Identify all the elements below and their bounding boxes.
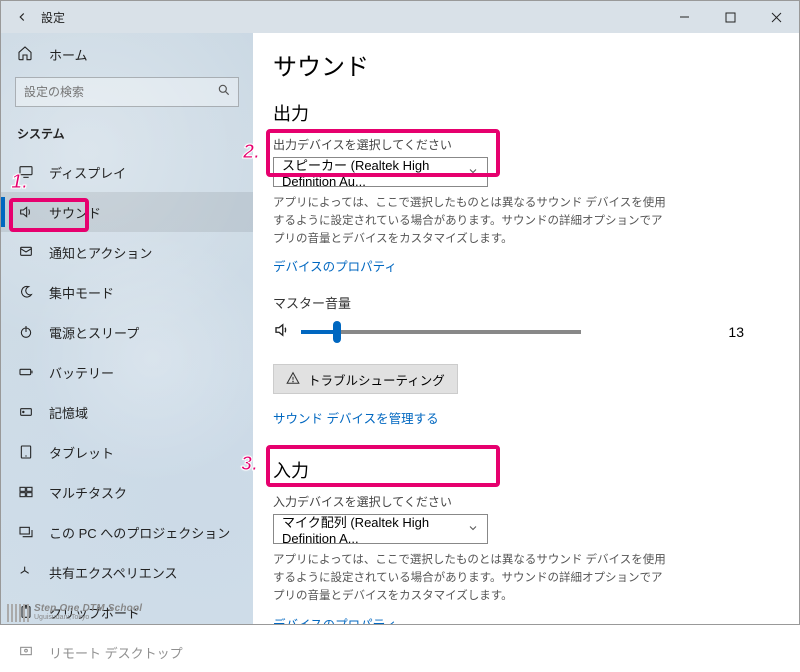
remote-icon xyxy=(17,644,35,660)
watermark: Step One DTM School Uguisudani,Tokyo xyxy=(7,603,142,622)
input-device-value: マイク配列 (Realtek High Definition A... xyxy=(282,512,467,546)
notify-icon xyxy=(17,244,35,260)
output-device-select[interactable]: スピーカー (Realtek High Definition Au... xyxy=(273,157,488,187)
share-icon xyxy=(17,564,35,580)
sidebar-item-label: タブレット xyxy=(49,443,114,462)
watermark-logo-icon xyxy=(7,604,31,622)
sidebar-item-label: ディスプレイ xyxy=(49,163,126,182)
volume-slider[interactable] xyxy=(301,318,581,346)
sidebar-item-label: 集中モード xyxy=(49,283,114,302)
power-icon xyxy=(17,324,35,340)
troubleshoot-button[interactable]: トラブルシューティング xyxy=(273,364,458,394)
sidebar-item-shared[interactable]: 共有エクスペリエンス xyxy=(1,552,253,592)
back-button[interactable] xyxy=(13,8,31,26)
manage-devices-link[interactable]: サウンド デバイスを管理する xyxy=(273,408,439,427)
sidebar-item-remote[interactable]: リモート デスクトップ xyxy=(1,632,253,672)
nav-home[interactable]: ホーム xyxy=(1,35,253,73)
search-input[interactable] xyxy=(15,77,239,107)
output-device-value: スピーカー (Realtek High Definition Au... xyxy=(282,155,467,189)
speaker-icon[interactable] xyxy=(273,321,291,344)
close-button[interactable] xyxy=(753,1,799,33)
volume-value: 13 xyxy=(728,324,779,340)
focus-icon xyxy=(17,284,35,300)
sidebar-section: システム xyxy=(1,117,253,152)
sidebar-item-label: 通知とアクション xyxy=(49,243,152,262)
sidebar-item-label: リモート デスクトップ xyxy=(49,643,183,662)
warning-icon xyxy=(286,371,300,388)
page-title: サウンド xyxy=(273,47,779,82)
input-device-select[interactable]: マイク配列 (Realtek High Definition A... xyxy=(273,514,488,544)
output-properties-link[interactable]: デバイスのプロパティ xyxy=(273,256,397,275)
troubleshoot-label: トラブルシューティング xyxy=(308,370,445,389)
sidebar-item-label: 共有エクスペリエンス xyxy=(49,563,177,582)
sound-icon xyxy=(17,204,35,220)
output-select-label: 出力デバイスを選択してください xyxy=(273,136,779,153)
chevron-down-icon xyxy=(467,165,479,180)
maximize-button[interactable] xyxy=(707,1,753,33)
nav-home-label: ホーム xyxy=(49,45,88,64)
sidebar-item-label: この PC へのプロジェクション xyxy=(49,523,230,542)
sidebar-item-project[interactable]: この PC へのプロジェクション xyxy=(1,512,253,552)
sidebar-item-focus[interactable]: 集中モード xyxy=(1,272,253,312)
master-volume-label: マスター音量 xyxy=(273,293,779,312)
sidebar-item-display[interactable]: ディスプレイ xyxy=(1,152,253,192)
sidebar-item-battery[interactable]: バッテリー xyxy=(1,352,253,392)
tablet-icon xyxy=(17,444,35,460)
storage-icon xyxy=(17,404,35,420)
home-icon xyxy=(17,45,35,64)
multitask-icon xyxy=(17,484,35,500)
sidebar-item-tablet[interactable]: タブレット xyxy=(1,432,253,472)
input-heading: 入力 xyxy=(273,457,779,483)
input-select-label: 入力デバイスを選択してください xyxy=(273,493,779,510)
sidebar-item-label: サウンド xyxy=(49,203,101,222)
chevron-down-icon xyxy=(467,522,479,537)
sidebar-item-label: バッテリー xyxy=(49,363,114,382)
project-icon xyxy=(17,524,35,540)
battery-icon xyxy=(17,364,35,380)
sidebar-item-label: 記憶域 xyxy=(49,403,88,422)
sidebar-item-label: 電源とスリープ xyxy=(49,323,139,342)
minimize-button[interactable] xyxy=(661,1,707,33)
sidebar-item-notifications[interactable]: 通知とアクション xyxy=(1,232,253,272)
input-description: アプリによっては、ここで選択したものとは異なるサウンド デバイスを使用するように… xyxy=(273,552,673,605)
sidebar-item-power[interactable]: 電源とスリープ xyxy=(1,312,253,352)
sidebar-item-multitask[interactable]: マルチタスク xyxy=(1,472,253,512)
search-icon xyxy=(217,83,231,102)
main-content: サウンド 出力 出力デバイスを選択してください スピーカー (Realtek H… xyxy=(253,33,799,624)
sidebar-item-sound[interactable]: サウンド xyxy=(1,192,253,232)
display-icon xyxy=(17,164,35,180)
window-title: 設定 xyxy=(41,9,65,26)
window-titlebar: 設定 xyxy=(1,1,799,33)
input-properties-link[interactable]: デバイスのプロパティ xyxy=(273,614,397,624)
output-description: アプリによっては、ここで選択したものとは異なるサウンド デバイスを使用するように… xyxy=(273,195,673,248)
output-heading: 出力 xyxy=(273,100,779,126)
sidebar-item-label: マルチタスク xyxy=(49,483,127,502)
sidebar-item-storage[interactable]: 記憶域 xyxy=(1,392,253,432)
sidebar: ホーム システム ディスプレイ サウンド 通知とアクション 集中モード 電源とス xyxy=(1,33,253,624)
